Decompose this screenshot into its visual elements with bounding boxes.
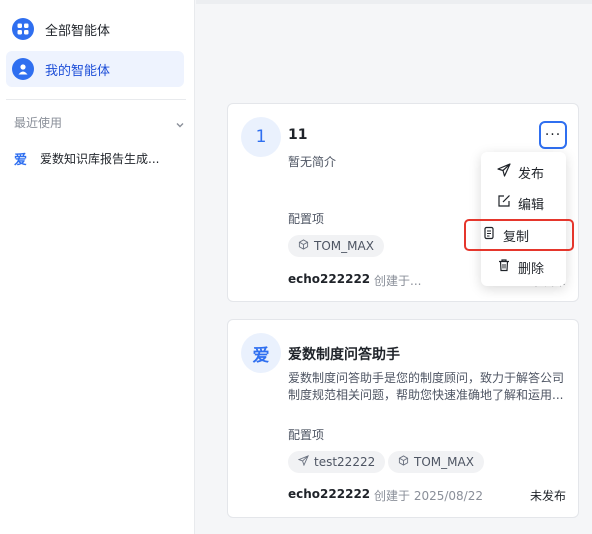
trash-icon [497, 258, 511, 276]
menu-item-label: 删除 [518, 261, 545, 277]
menu-item-publish[interactable]: 发布 [487, 158, 560, 186]
menu-item-label: 发布 [518, 166, 545, 182]
cube-icon [298, 239, 309, 253]
nav-label: 全部智能体 [45, 23, 111, 39]
agent-owner: echo222222 [288, 487, 371, 501]
top-border [196, 0, 592, 4]
agent-card[interactable]: 爱 爱数制度问答助手 爱数制度问答助手是您的制度顾问，致力于解答公司制度规范相关… [227, 319, 579, 518]
agent-status: 未发布 [529, 489, 566, 503]
send-icon [297, 455, 309, 469]
agent-avatar: 1 [241, 117, 281, 157]
menu-item-label: 编辑 [518, 197, 545, 213]
recent-item-label: 爱数知识库报告生成... [40, 151, 160, 166]
sidebar: 全部智能体 我的智能体 最近使用 爱 爱数知识库报告生成... [0, 0, 195, 534]
tag-label: TOM_MAX [314, 239, 374, 253]
config-tag: TOM_MAX [388, 451, 484, 473]
nav-my-agents[interactable]: 我的智能体 [6, 51, 184, 87]
tag-label: TOM_MAX [414, 455, 474, 469]
tag-label: test22222 [314, 455, 376, 469]
config-label: 配置项 [288, 428, 325, 442]
recent-item[interactable]: 爱 爱数知识库报告生成... [14, 148, 159, 168]
cube-icon [398, 455, 409, 469]
menu-item-label: 复制 [503, 229, 530, 245]
chevron-down-icon[interactable] [175, 115, 185, 134]
sidebar-divider [6, 99, 186, 100]
agent-created: 创建于 2025/08/22 [374, 489, 483, 503]
recent-section-title: 最近使用 [14, 116, 63, 130]
agent-avatar: 爱 [241, 333, 281, 373]
agent-created: 创建于... [374, 274, 422, 288]
agent-title: 11 [288, 127, 308, 143]
grid-icon [12, 18, 34, 40]
agent-actions-menu: 发布 编辑 复制 删除 [464, 152, 574, 286]
config-label: 配置项 [288, 212, 325, 226]
menu-item-edit[interactable]: 编辑 [487, 189, 560, 217]
user-icon [12, 58, 34, 80]
menu-item-copy[interactable]: 复制 [464, 219, 574, 251]
config-tag: TOM_MAX [288, 235, 384, 257]
menu-item-delete[interactable]: 删除 [487, 253, 560, 281]
edit-icon [497, 194, 511, 212]
nav-all-agents[interactable]: 全部智能体 [6, 11, 184, 47]
config-tag: test22222 [288, 451, 386, 473]
send-icon [497, 163, 511, 181]
agent-description: 爱数制度问答助手是您的制度顾问，致力于解答公司制度规范相关问题，帮助您快速准确地… [288, 371, 565, 402]
nav-label: 我的智能体 [45, 63, 111, 79]
agent-owner: echo222222 [288, 272, 371, 286]
more-options-button[interactable]: ··· [539, 121, 567, 149]
agent-logo: 爱 [14, 152, 28, 168]
copy-icon [482, 226, 496, 244]
agent-title: 爱数制度问答助手 [288, 347, 400, 363]
